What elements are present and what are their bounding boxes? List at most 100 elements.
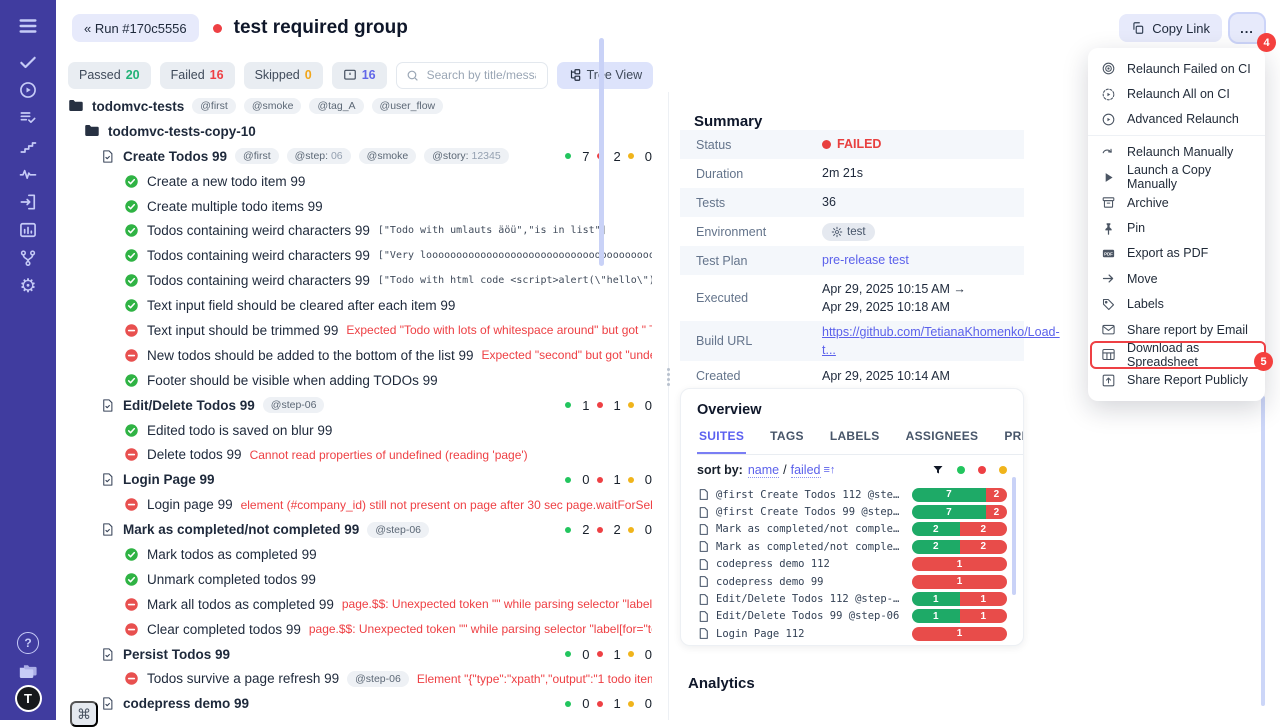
tree-row-passed[interactable]: Unmark completed todos 99	[56, 567, 668, 592]
legend-skipped-dot[interactable]	[999, 466, 1007, 474]
tree-row-failed[interactable]: Todos survive a page refresh 99@step-06E…	[56, 666, 668, 691]
tree-row-failed[interactable]: Delete todos 99Cannot read properties of…	[56, 442, 668, 467]
tag-pill[interactable]: @tag_A	[309, 98, 363, 114]
tag-pill[interactable]: @step-06	[263, 397, 325, 413]
tree-row-suite[interactable]: Edit/Delete Todos 99@step-06110	[56, 393, 668, 418]
suite-stat-row[interactable]: Edit/Delete Todos 112 @step-…11	[697, 590, 1007, 607]
suite-stat-row[interactable]: codepress demo 991	[697, 573, 1007, 590]
branches-icon[interactable]	[13, 244, 43, 272]
tests-check-icon[interactable]	[13, 48, 43, 76]
panel-resize-grip[interactable]	[663, 366, 673, 388]
menu-item-download-as-spreadsheet[interactable]: Download as Spreadsheet	[1088, 342, 1265, 367]
menu-item-launch-a-copy-manually[interactable]: Launch a Copy Manually	[1088, 165, 1265, 190]
legend-passed-dot[interactable]	[957, 466, 965, 474]
sort-direction-icon[interactable]: ≡↑	[824, 464, 836, 476]
menu-item-archive[interactable]: Archive	[1088, 190, 1265, 215]
tree-row-suite[interactable]: Mark as completed/not completed 99@step-…	[56, 517, 668, 542]
tree-row-passed[interactable]: Edited todo is saved on blur 99	[56, 418, 668, 443]
hamburger-menu-icon[interactable]	[13, 12, 43, 40]
runs-play-icon[interactable]	[13, 76, 43, 104]
menu-item-export-as-pdf[interactable]: PDFExport as PDF	[1088, 241, 1265, 266]
tree-row-passed[interactable]: Create a new todo item 99	[56, 169, 668, 194]
tree-row-failed[interactable]: Clear completed todos 99page.$$: Unexpec…	[56, 617, 668, 642]
help-icon[interactable]: ?	[13, 629, 43, 657]
app-logo[interactable]: T	[15, 685, 42, 712]
tag-pill[interactable]: @story: 12345	[424, 148, 508, 164]
tree-row-folder[interactable]: todomvc-tests-copy-10	[56, 119, 668, 144]
copy-link-button[interactable]: Copy Link	[1119, 14, 1222, 42]
test-plans-icon[interactable]	[13, 104, 43, 132]
tree-row-failed[interactable]: Text input should be trimmed 99Expected …	[56, 318, 668, 343]
tree-row-passed[interactable]: Todos containing weird characters 99["Ve…	[56, 243, 668, 268]
import-icon[interactable]	[13, 188, 43, 216]
sort-by-failed-link[interactable]: failed	[791, 463, 821, 478]
failed-filter-chip[interactable]: Failed 16	[160, 62, 235, 89]
filter-funnel-icon[interactable]	[932, 464, 944, 476]
tab-priority[interactable]: PRIORITY	[1002, 427, 1023, 454]
tab-assignees[interactable]: ASSIGNEES	[904, 427, 981, 454]
comments-filter-chip[interactable]: 16	[332, 62, 387, 89]
suite-stat-row[interactable]: @first Create Todos 99 @step…72	[697, 503, 1007, 520]
tree-scrollbar[interactable]	[599, 38, 604, 266]
menu-item-relaunch-all-on-ci[interactable]: Relaunch All on CI	[1088, 81, 1265, 106]
keyboard-shortcuts-button[interactable]: ⌘	[70, 701, 98, 727]
menu-item-labels[interactable]: Labels	[1088, 292, 1265, 317]
suite-stat-row[interactable]: Mark as completed/not comple…22	[697, 521, 1007, 538]
tree-view-button[interactable]: Tree View	[557, 62, 654, 89]
passed-filter-chip[interactable]: Passed 20	[68, 62, 151, 89]
tag-pill[interactable]: @step-06	[347, 671, 409, 687]
tree-row-failed[interactable]: Mark all todos as completed 99page.$$: U…	[56, 592, 668, 617]
suite-stat-row[interactable]: Mark as completed/not comple…22	[697, 538, 1007, 555]
tree-row-passed[interactable]: Mark todos as completed 99	[56, 542, 668, 567]
tab-tags[interactable]: TAGS	[768, 427, 806, 454]
environment-pill[interactable]: test	[822, 223, 875, 241]
menu-item-relaunch-manually[interactable]: Relaunch Manually	[1088, 139, 1265, 164]
projects-folder-icon[interactable]	[13, 657, 43, 685]
tree-row-passed[interactable]: Text input field should be cleared after…	[56, 293, 668, 318]
tree-row-passed[interactable]: Todos containing weird characters 99["To…	[56, 218, 668, 243]
tree-row-passed[interactable]: Todos containing weird characters 99["To…	[56, 268, 668, 293]
menu-item-relaunch-failed-on-ci[interactable]: Relaunch Failed on CI	[1088, 56, 1265, 81]
settings-gear-icon[interactable]: ⚙	[13, 272, 43, 300]
tag-pill[interactable]: @user_flow	[372, 98, 444, 114]
suite-stat-row[interactable]: codepress demo 1121	[697, 556, 1007, 573]
tree-row-failed[interactable]: New todos should be added to the bottom …	[56, 343, 668, 368]
menu-item-share-report-publicly[interactable]: Share Report Publicly	[1088, 368, 1265, 393]
pulse-analytics-icon[interactable]	[13, 160, 43, 188]
suite-stat-row[interactable]: @first Create Todos 112 @ste…72	[697, 486, 1007, 503]
tab-suites[interactable]: SUITES	[697, 427, 746, 454]
steps-icon[interactable]	[13, 132, 43, 160]
tree-row-passed[interactable]: Footer should be visible when adding TOD…	[56, 368, 668, 393]
tree-row-suite[interactable]: Create Todos 99@first@step: 06@smoke@sto…	[56, 144, 668, 169]
summary-row-label: Executed	[696, 291, 822, 305]
skipped-filter-chip[interactable]: Skipped 0	[244, 62, 323, 89]
sort-by-name-link[interactable]: name	[748, 463, 779, 478]
legend-failed-dot[interactable]	[978, 466, 986, 474]
menu-item-move[interactable]: Move	[1088, 266, 1265, 291]
tag-pill[interactable]: @first	[235, 148, 279, 164]
tree-row-passed[interactable]: Create multiple todo items 99	[56, 194, 668, 219]
suite-stat-row[interactable]: Login Page 1121	[697, 625, 1007, 642]
tag-pill[interactable]: @first	[192, 98, 236, 114]
tag-pill[interactable]: @smoke	[244, 98, 302, 114]
test-plan-link[interactable]: pre-release test	[822, 251, 909, 269]
tree-row-suite[interactable]: Login Page 99010	[56, 467, 668, 492]
tree-row-suite[interactable]: Persist Todos 99010	[56, 642, 668, 667]
tree-row-failed[interactable]: Login page 99element (#company_id) still…	[56, 492, 668, 517]
build-url-link[interactable]: https://github.com/TetianaKhomenko/Load-…	[822, 323, 1060, 359]
tag-pill[interactable]: @step-06	[367, 522, 429, 538]
menu-item-advanced-relaunch[interactable]: Advanced Relaunch	[1088, 107, 1265, 132]
tag-pill[interactable]: @step: 06	[287, 148, 351, 164]
suite-stat-row[interactable]: Edit/Delete Todos 99 @step-0611	[697, 608, 1007, 625]
tag-pill[interactable]: @smoke	[359, 148, 417, 164]
tab-labels[interactable]: LABELS	[828, 427, 882, 454]
page-scrollbar[interactable]	[1261, 396, 1265, 706]
tree-row-suite[interactable]: codepress demo 99010	[56, 691, 668, 716]
menu-item-pin[interactable]: Pin	[1088, 215, 1265, 240]
back-to-run-button[interactable]: « Run #170c5556	[72, 14, 199, 42]
search-input[interactable]	[425, 67, 538, 83]
reports-chart-icon[interactable]	[13, 216, 43, 244]
tree-row-folder[interactable]: todomvc-tests@first@smoke@tag_A@user_flo…	[56, 94, 668, 119]
menu-item-share-report-by-email[interactable]: Share report by Email	[1088, 317, 1265, 342]
overview-scrollbar[interactable]	[1012, 477, 1016, 595]
